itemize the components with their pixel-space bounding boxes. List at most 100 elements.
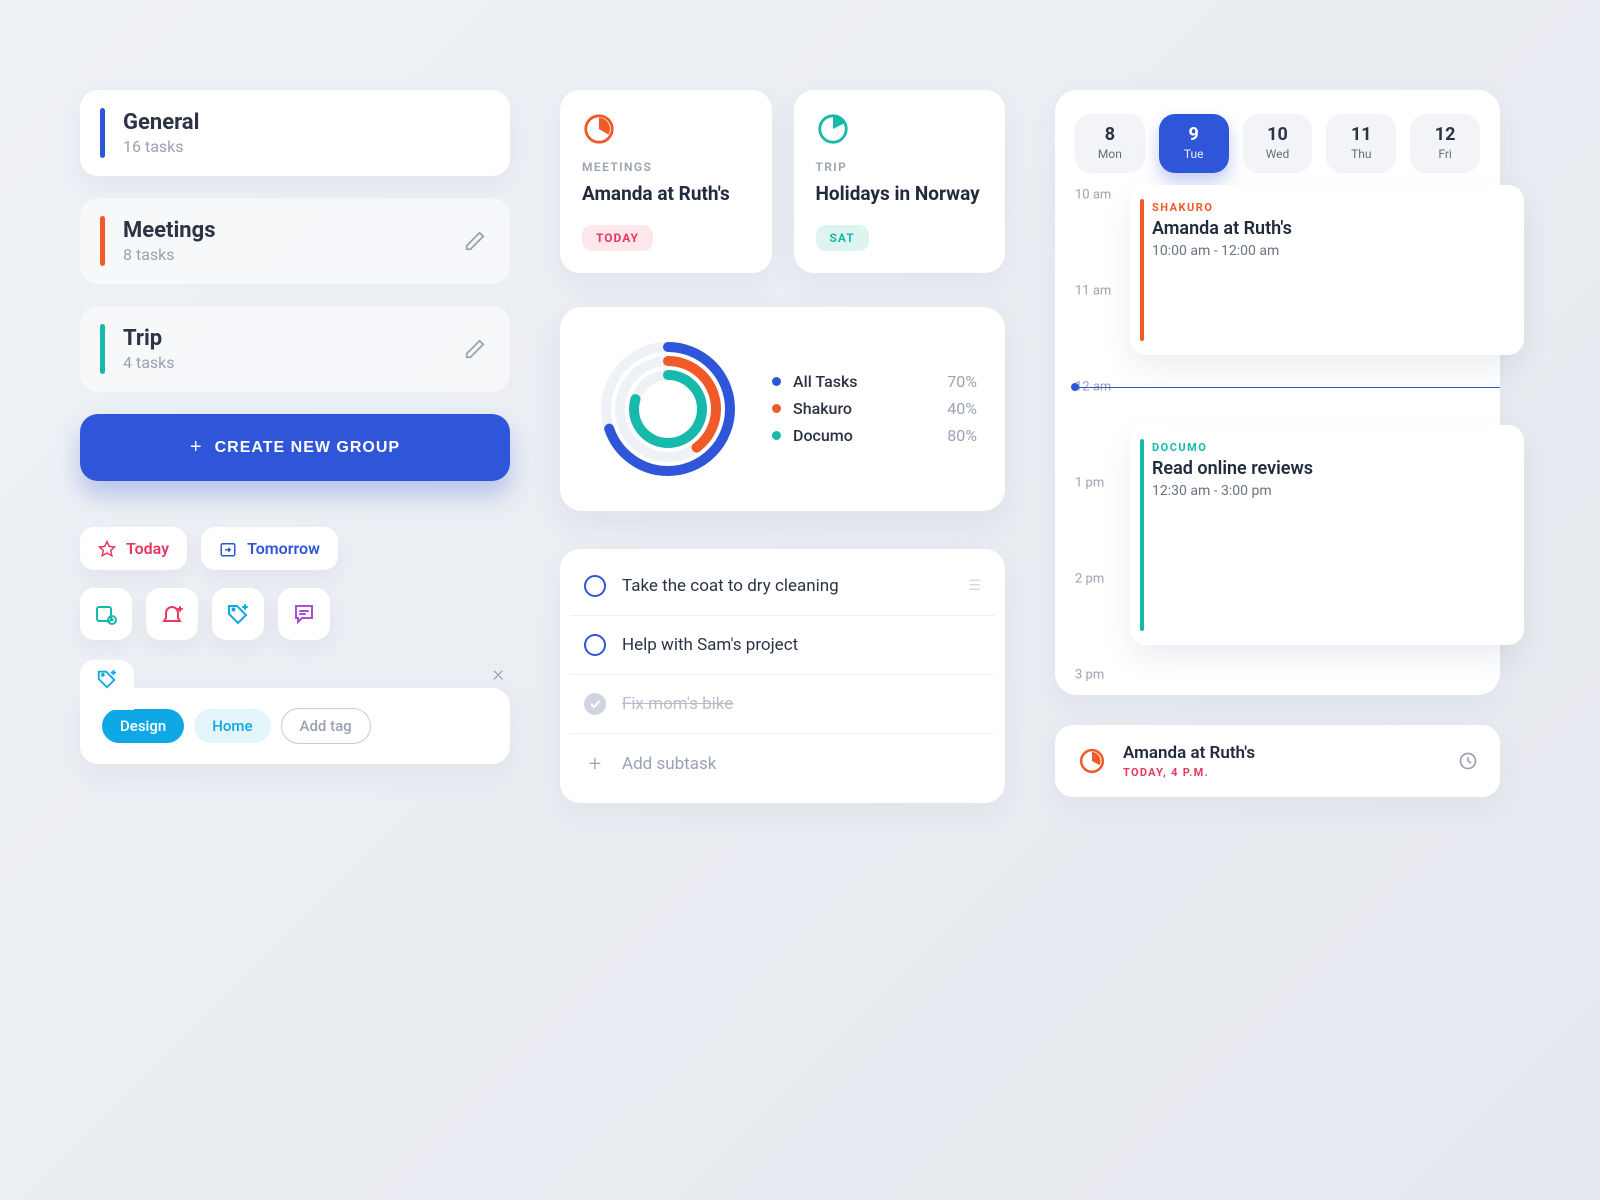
subtask-row[interactable]: Take the coat to dry cleaning ☰ (570, 557, 995, 616)
subtask-text: Fix mom's bike (622, 694, 733, 714)
drag-handle-icon[interactable]: ☰ (968, 578, 981, 594)
hour-label: 11 am (1075, 284, 1111, 299)
hour-label: 3 pm (1075, 668, 1104, 683)
day-name: Wed (1243, 147, 1313, 161)
legend-label: Shakuro (793, 399, 935, 418)
calendar-event[interactable]: SHAKURO Amanda at Ruth's 10:00 am - 12:0… (1130, 185, 1524, 355)
add-subtask-label: Add subtask (622, 754, 716, 774)
create-group-button[interactable]: + CREATE NEW GROUP (80, 414, 510, 481)
group-card-trip[interactable]: Trip 4 tasks (80, 306, 510, 392)
checkbox-empty-icon[interactable] (584, 575, 606, 597)
action-reminder-button[interactable] (146, 588, 198, 640)
calendar-event[interactable]: DOCUMO Read online reviews 12:30 am - 3:… (1130, 425, 1524, 645)
group-subtitle: 8 tasks (123, 245, 216, 264)
hour-label: 10 am (1075, 188, 1111, 203)
event-tag: SHAKURO (1152, 201, 1504, 214)
filter-tomorrow-label: Tomorrow (247, 539, 320, 558)
legend-value: 40% (947, 399, 977, 418)
add-subtask-row[interactable]: + Add subtask (570, 734, 995, 795)
tag-pill-home[interactable]: Home (194, 709, 270, 743)
notification-title: Amanda at Ruth's (1123, 743, 1255, 763)
group-color-bar (100, 216, 105, 266)
pencil-icon[interactable] (464, 338, 486, 360)
tag-pill-design[interactable]: Design (102, 709, 184, 743)
event-time: 12:30 am - 3:00 pm (1152, 483, 1504, 499)
group-subtitle: 16 tasks (123, 137, 199, 156)
group-subtitle: 4 tasks (123, 353, 175, 372)
tile-badge: TODAY (582, 225, 653, 251)
tile-title: Holidays in Norway (816, 182, 984, 207)
action-schedule-button[interactable] (80, 588, 132, 640)
day-pill[interactable]: 10 Wed (1243, 114, 1313, 173)
event-time: 10:00 am - 12:00 am (1152, 243, 1504, 259)
day-name: Mon (1075, 147, 1145, 161)
group-color-bar (100, 324, 105, 374)
hour-label: 2 pm (1075, 572, 1104, 587)
checkbox-done-icon[interactable] (584, 693, 606, 715)
legend-label: All Tasks (793, 372, 935, 391)
filter-tomorrow-chip[interactable]: Tomorrow (201, 527, 338, 570)
plus-icon: + (584, 752, 606, 777)
legend-dot (772, 404, 781, 413)
checkbox-empty-icon[interactable] (584, 634, 606, 656)
progress-chart-card: All Tasks 70% Shakuro 40% Documo 80% (560, 307, 1005, 511)
event-title: Read online reviews (1152, 458, 1504, 479)
create-group-label: CREATE NEW GROUP (215, 439, 400, 457)
current-time-line (1075, 387, 1500, 388)
filter-today-chip[interactable]: Today (80, 527, 187, 570)
calendar-card: 8 Mon 9 Tue 10 Wed 11 Thu 12 Fri 10 am 1… (1055, 90, 1500, 695)
progress-ring-icon (1077, 746, 1107, 776)
legend-dot (772, 431, 781, 440)
day-name: Thu (1326, 147, 1396, 161)
notification-card[interactable]: Amanda at Ruth's TODAY, 4 P.M. (1055, 725, 1500, 797)
tile-badge: SAT (816, 225, 869, 251)
day-pill[interactable]: 8 Mon (1075, 114, 1145, 173)
action-note-button[interactable] (278, 588, 330, 640)
star-icon (98, 540, 116, 558)
legend-value: 70% (947, 372, 977, 391)
subtask-text: Help with Sam's project (622, 635, 798, 655)
action-tag-button[interactable] (212, 588, 264, 640)
add-tag-button[interactable]: Add tag (281, 708, 371, 744)
clock-icon (1458, 751, 1478, 771)
progress-ring-icon (582, 112, 616, 146)
pencil-icon[interactable] (464, 230, 486, 252)
tag-plus-icon (226, 602, 250, 626)
legend-label: Documo (793, 426, 935, 445)
group-card-meetings[interactable]: Meetings 8 tasks (80, 198, 510, 284)
day-number: 11 (1326, 124, 1396, 145)
task-tile-trip[interactable]: TRIP Holidays in Norway SAT (794, 90, 1006, 273)
day-pill-active[interactable]: 9 Tue (1159, 114, 1229, 173)
legend-row: Documo 80% (772, 426, 977, 445)
day-number: 9 (1159, 124, 1229, 145)
subtask-row[interactable]: Fix mom's bike (570, 675, 995, 734)
group-card-general[interactable]: General 16 tasks (80, 90, 510, 176)
event-title: Amanda at Ruth's (1152, 218, 1504, 239)
radial-chart (588, 329, 748, 489)
subtask-text: Take the coat to dry cleaning (622, 576, 839, 596)
day-pill[interactable]: 11 Thu (1326, 114, 1396, 173)
day-number: 8 (1075, 124, 1145, 145)
timeline: 10 am 11 am 12 am 1 pm 2 pm 3 pm SHAKURO… (1075, 195, 1480, 675)
day-pill[interactable]: 12 Fri (1410, 114, 1480, 173)
tag-editor-tab (80, 660, 134, 710)
hour-label: 1 pm (1075, 476, 1104, 491)
progress-ring-icon (816, 112, 850, 146)
chart-legend: All Tasks 70% Shakuro 40% Documo 80% (772, 364, 977, 453)
subtask-list: Take the coat to dry cleaning ☰ Help wit… (560, 549, 1005, 803)
group-title: Meetings (123, 218, 216, 243)
tile-category: MEETINGS (582, 160, 750, 174)
day-name: Tue (1159, 147, 1229, 161)
tag-plus-icon (96, 668, 118, 690)
tile-category: TRIP (816, 160, 984, 174)
current-time-dot (1071, 383, 1079, 391)
day-number: 10 (1243, 124, 1313, 145)
event-color-bar (1140, 199, 1144, 341)
legend-value: 80% (947, 426, 977, 445)
notification-subtitle: TODAY, 4 P.M. (1123, 766, 1255, 779)
day-number: 12 (1410, 124, 1480, 145)
day-name: Fri (1410, 147, 1480, 161)
task-tile-meetings[interactable]: MEETINGS Amanda at Ruth's TODAY (560, 90, 772, 273)
close-icon[interactable]: × (492, 662, 504, 687)
subtask-row[interactable]: Help with Sam's project (570, 616, 995, 675)
